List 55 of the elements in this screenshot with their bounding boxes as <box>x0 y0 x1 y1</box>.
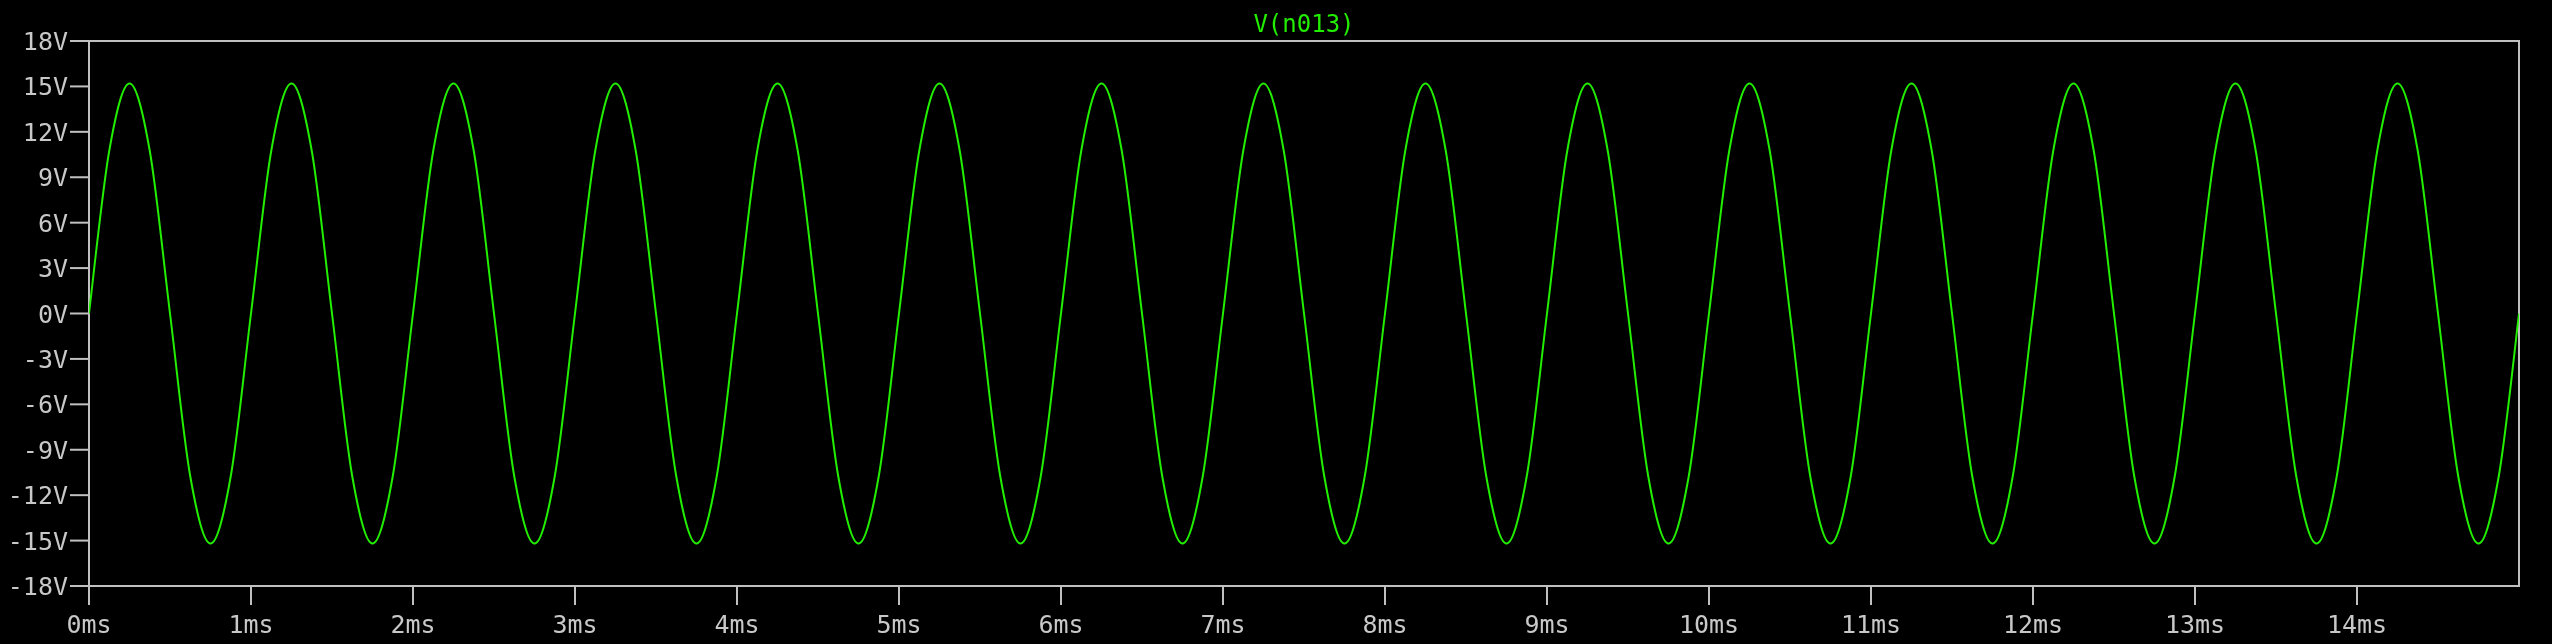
tick-mark <box>898 585 900 606</box>
axis-label: -9V <box>22 435 68 465</box>
axis-label: 0ms <box>66 610 112 639</box>
axis-label: 15V <box>22 72 68 102</box>
axis-label: 3V <box>37 254 68 284</box>
tick-mark <box>69 130 90 133</box>
axis-label: 10ms <box>1678 610 1740 639</box>
tick-mark <box>574 585 576 606</box>
axis-label: 6ms <box>1038 610 1084 639</box>
axis-label: -18V <box>7 572 68 601</box>
axis-label: 11ms <box>1840 610 1902 639</box>
axis-label: 7ms <box>1200 610 1246 639</box>
axis-label: 18V <box>22 27 68 56</box>
tick-mark <box>69 312 90 315</box>
axis-label: 1ms <box>228 610 274 639</box>
tick-mark <box>1708 585 1710 606</box>
tick-mark <box>412 585 414 606</box>
tick-mark <box>736 585 738 606</box>
tick-mark <box>2194 585 2196 606</box>
axis-label: 13ms <box>2164 610 2226 639</box>
tick-mark <box>69 448 90 451</box>
tick-mark <box>69 494 90 497</box>
trace-name: V(n013) <box>1253 10 1355 38</box>
axis-label: 0V <box>37 299 68 329</box>
axis-label: -3V <box>22 344 68 374</box>
axis-label: -15V <box>7 526 68 556</box>
axis-label: 12V <box>22 117 68 147</box>
axis-label: -12V <box>7 481 68 511</box>
tick-mark <box>69 357 90 360</box>
axis-label: 14ms <box>2326 610 2388 639</box>
axis-label: -6V <box>22 390 68 420</box>
axis-label: 8ms <box>1362 610 1408 639</box>
tick-mark <box>1384 585 1386 606</box>
tick-mark <box>2356 585 2358 606</box>
tick-mark <box>250 585 252 606</box>
axis-label: 3ms <box>552 610 598 639</box>
tick-mark <box>69 40 90 42</box>
tick-mark <box>1060 585 1062 606</box>
tick-mark <box>1870 585 1872 606</box>
axis-label: 2ms <box>390 610 436 639</box>
axis-label: 5ms <box>876 610 922 639</box>
tick-mark <box>1222 585 1224 606</box>
axis-label: 4ms <box>714 610 760 639</box>
tick-mark <box>2032 585 2034 606</box>
tick-mark <box>1546 585 1548 606</box>
axis-label: 6V <box>37 208 68 238</box>
axis-label: 9V <box>37 163 68 193</box>
axis-label: 12ms <box>2002 610 2064 639</box>
axis-label: 9ms <box>1524 610 1570 639</box>
tick-mark <box>69 85 90 88</box>
tick-mark <box>69 176 90 179</box>
tick-mark <box>69 403 90 406</box>
tick-mark <box>69 221 90 224</box>
tick-mark <box>69 267 90 270</box>
tick-mark <box>69 539 90 542</box>
